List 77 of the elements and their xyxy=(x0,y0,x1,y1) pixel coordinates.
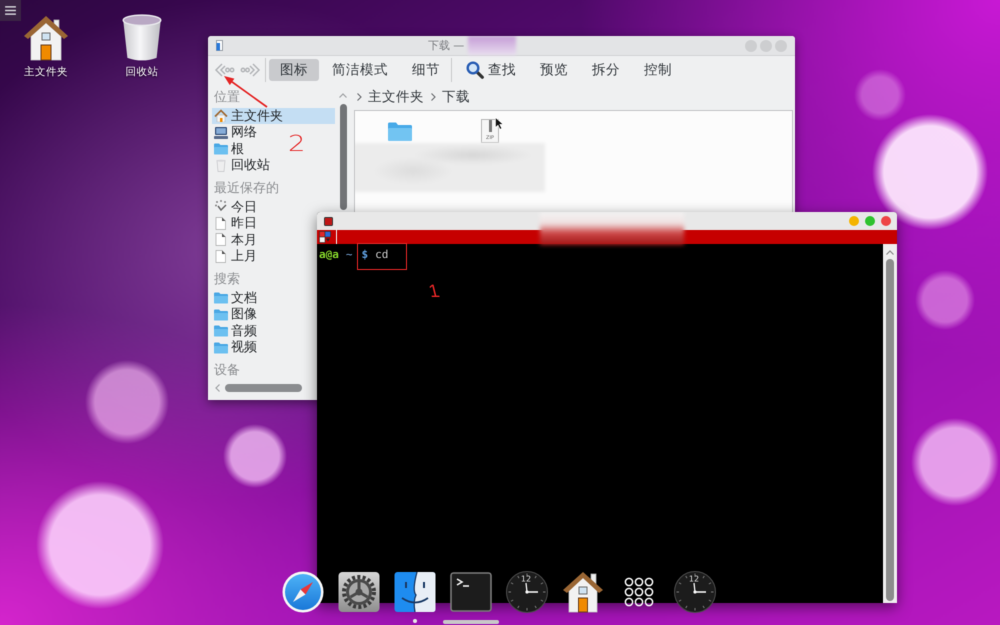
chevron-up-icon[interactable] xyxy=(886,250,894,255)
sidebar-item[interactable]: 回收站 xyxy=(212,157,272,174)
clock-icon[interactable]: 12 xyxy=(674,571,716,613)
folder-icon xyxy=(214,340,228,354)
scrollbar-thumb[interactable] xyxy=(886,259,894,601)
chevron-up-icon[interactable] xyxy=(339,93,347,98)
sidebar-item[interactable]: 主文件夹 xyxy=(212,108,335,124)
command-text: cd xyxy=(375,248,388,262)
house-icon xyxy=(214,109,228,122)
toolbar-button[interactable]: 拆分 xyxy=(581,59,631,81)
sidebar-item[interactable]: 上月 xyxy=(212,248,259,264)
sidebar-heading: 位置 xyxy=(213,88,240,106)
document-icon xyxy=(214,250,228,263)
folder-icon[interactable] xyxy=(388,122,412,141)
menu-button[interactable] xyxy=(0,0,21,21)
sidebar-item[interactable]: 文档 xyxy=(212,290,259,306)
folder-icon xyxy=(214,142,228,156)
view-mode-tab[interactable]: 细节 xyxy=(401,59,451,81)
annotation-number: 1 xyxy=(426,282,442,300)
desktop-shortcut[interactable]: 主文件夹 xyxy=(16,14,76,79)
chevron-right-icon xyxy=(357,93,362,101)
app-icon xyxy=(324,216,333,226)
terminal-icon[interactable] xyxy=(450,571,492,613)
folder-icon xyxy=(214,324,228,338)
breadcrumb-item[interactable]: 下载 xyxy=(442,88,470,106)
document-icon xyxy=(214,216,228,230)
sidebar-item[interactable]: 视频 xyxy=(212,339,259,356)
scrollbar-thumb[interactable] xyxy=(340,104,346,210)
compass-icon[interactable] xyxy=(282,571,324,613)
folder-icon xyxy=(214,291,228,304)
dotted-chevron-icon xyxy=(214,200,228,214)
toolbar-button[interactable]: 查找 xyxy=(455,59,527,81)
highlight-frame xyxy=(357,243,407,270)
app-icon xyxy=(216,40,223,51)
search-icon xyxy=(466,61,484,79)
clock-icon[interactable]: 12 xyxy=(506,571,548,613)
blurred-patch xyxy=(468,36,516,55)
trash-can-icon xyxy=(214,158,228,172)
breadcrumb-item[interactable]: 主文件夹 xyxy=(368,88,424,106)
sidebar-item[interactable]: 图像 xyxy=(212,306,259,322)
monitor-icon xyxy=(214,126,228,139)
chevron-right-icon xyxy=(431,93,436,101)
sidebar-item[interactable]: 昨日 xyxy=(212,215,259,232)
house-icon xyxy=(23,14,69,62)
scrollbar-thumb[interactable] xyxy=(225,384,302,392)
tiles-icon[interactable] xyxy=(319,231,331,243)
prompt-user: a@a xyxy=(319,248,339,262)
window-title: 下载 — xyxy=(428,38,464,53)
chevron-left-icon[interactable] xyxy=(215,384,220,392)
sidebar-item[interactable]: 今日 xyxy=(212,198,259,215)
prompt-symbol: $ xyxy=(362,248,368,262)
menu-icon xyxy=(5,6,16,15)
minimize-button[interactable] xyxy=(849,216,859,226)
close-button[interactable] xyxy=(881,216,891,226)
house-icon[interactable] xyxy=(562,571,604,613)
sidebar-heading: 最近保存的 xyxy=(213,180,279,198)
sidebar-heading: 搜索 xyxy=(213,270,240,288)
document-icon xyxy=(214,233,228,246)
gear-icon[interactable] xyxy=(338,571,380,613)
view-mode-tab[interactable]: 简洁模式 xyxy=(321,59,399,81)
back-arrow-icon[interactable] xyxy=(213,62,235,78)
view-mode-tab[interactable]: 图标 xyxy=(269,59,319,81)
sidebar-item[interactable]: 网络 xyxy=(212,124,259,140)
prompt-path: ~ xyxy=(346,248,352,262)
sidebar-item[interactable]: 根 xyxy=(212,140,246,157)
smiling-face-icon[interactable] xyxy=(394,571,436,613)
annotation-number: 2 xyxy=(288,134,306,156)
maximize-button[interactable] xyxy=(865,216,875,226)
sidebar-item[interactable]: 本月 xyxy=(212,232,259,248)
toolbar-button[interactable]: 预览 xyxy=(529,59,579,81)
sidebar-heading: 设备 xyxy=(213,362,240,380)
forward-arrow-icon[interactable] xyxy=(240,62,262,78)
sidebar-item[interactable]: 音频 xyxy=(212,322,259,339)
mouse-pointer-icon xyxy=(495,117,504,130)
toolbar-button[interactable]: 控制 xyxy=(633,59,683,81)
desktop-shortcut[interactable]: 回收站 xyxy=(112,14,172,79)
folder-icon xyxy=(214,308,228,321)
